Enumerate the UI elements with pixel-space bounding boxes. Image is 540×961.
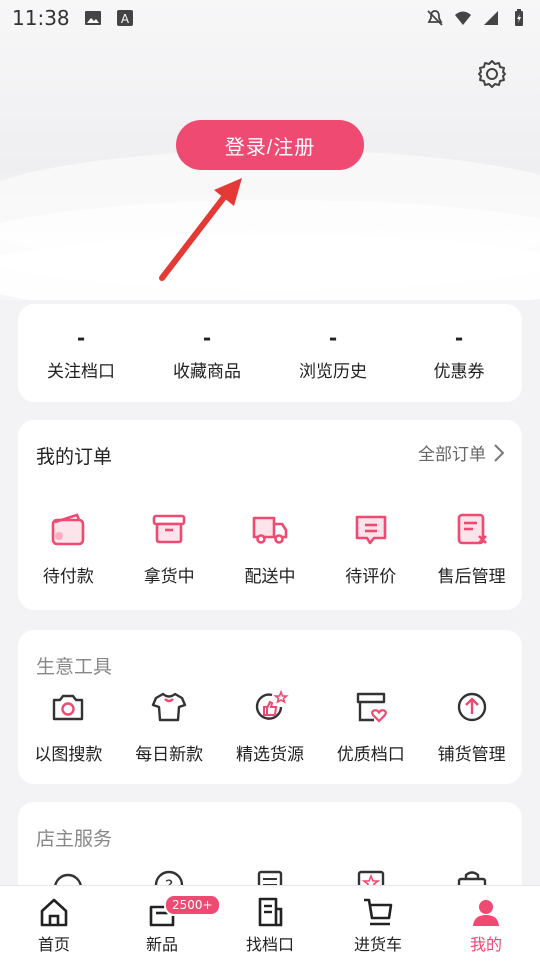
cart-icon bbox=[364, 898, 393, 926]
tab-label: 进货车 bbox=[353, 935, 402, 954]
thumbs-up-icon bbox=[255, 689, 289, 720]
pointer-arrow-annotation bbox=[159, 178, 242, 281]
tool-item-label: 优质档口 bbox=[336, 745, 405, 765]
camera-icon bbox=[53, 694, 84, 721]
all-orders-label: 全部订单 bbox=[418, 445, 486, 465]
new-count-badge: 2500+ bbox=[164, 894, 221, 916]
document-icon bbox=[258, 897, 283, 927]
tool-distribution-management[interactable]: 铺货管理 bbox=[421, 688, 522, 765]
mute-icon bbox=[427, 10, 443, 26]
stat-label: 优惠券 bbox=[433, 361, 485, 382]
all-orders-link[interactable]: 全部订单 bbox=[418, 440, 504, 465]
tab-label: 我的 bbox=[469, 935, 502, 954]
business-tools-card: 生意工具 以图搜款 每日新款 精选货源 优质档口 铺货管理 bbox=[18, 630, 522, 784]
stat-value: - bbox=[76, 325, 86, 350]
order-item-label: 售后管理 bbox=[437, 567, 506, 587]
stat-history[interactable]: - 浏览历史 bbox=[270, 304, 396, 402]
home-icon bbox=[40, 898, 68, 927]
orders-card: 我的订单 全部订单 待付款 拿货中 配送中 待评价 售后管理 bbox=[18, 420, 522, 610]
stat-label: 关注档口 bbox=[47, 361, 115, 382]
tab-find-stall[interactable]: 找档口 bbox=[216, 886, 324, 961]
stat-value: - bbox=[454, 325, 464, 350]
wifi-icon bbox=[455, 11, 471, 25]
stat-value: - bbox=[328, 325, 338, 350]
order-item-label: 配送中 bbox=[244, 567, 296, 587]
order-delivering[interactable]: 配送中 bbox=[220, 510, 321, 587]
order-status-row: 待付款 拿货中 配送中 待评价 售后管理 bbox=[18, 510, 522, 587]
wallet-icon bbox=[52, 513, 85, 546]
order-to-review[interactable]: 待评价 bbox=[320, 510, 421, 587]
tab-home[interactable]: 首页 bbox=[0, 886, 108, 961]
tshirt-icon bbox=[151, 692, 187, 722]
stat-followed-stalls[interactable]: - 关注档口 bbox=[18, 304, 144, 402]
tool-item-label: 每日新款 bbox=[135, 745, 204, 765]
tool-item-label: 铺货管理 bbox=[437, 745, 506, 765]
service-title: 店主服务 bbox=[36, 828, 113, 850]
after-sale-icon bbox=[457, 513, 487, 545]
stat-value: - bbox=[202, 325, 212, 350]
header-wave-decoration bbox=[0, 235, 540, 300]
tool-quality-stalls[interactable]: 优质档口 bbox=[320, 688, 421, 765]
tools-title: 生意工具 bbox=[36, 656, 113, 678]
chevron-right-icon bbox=[494, 443, 504, 462]
order-pending-payment[interactable]: 待付款 bbox=[18, 510, 119, 587]
tool-selected-source[interactable]: 精选货源 bbox=[220, 688, 321, 765]
tab-mine[interactable]: 我的 bbox=[432, 886, 540, 961]
order-item-label: 待付款 bbox=[42, 567, 94, 587]
tab-cart[interactable]: 进货车 bbox=[324, 886, 432, 961]
font-icon: A bbox=[116, 10, 133, 26]
truck-icon bbox=[252, 516, 288, 544]
status-bar: 11:38 A bbox=[0, 0, 540, 36]
status-time: 11:38 bbox=[12, 6, 70, 30]
signal-icon bbox=[484, 11, 498, 25]
user-icon bbox=[473, 900, 499, 926]
settings-gear-icon[interactable] bbox=[476, 58, 508, 90]
tools-row: 以图搜款 每日新款 精选货源 优质档口 铺货管理 bbox=[18, 688, 522, 765]
svg-text:A: A bbox=[121, 12, 130, 26]
order-item-label: 待评价 bbox=[345, 567, 397, 587]
tab-label: 首页 bbox=[37, 935, 70, 954]
box-icon bbox=[152, 514, 186, 544]
tool-item-label: 以图搜款 bbox=[34, 745, 103, 765]
tab-label: 新品 bbox=[145, 935, 178, 954]
bottom-tab-bar: 首页 2500+ 新品 找档口 进货车 我的 bbox=[0, 885, 540, 961]
stat-favorites[interactable]: - 收藏商品 bbox=[144, 304, 270, 402]
tool-daily-new[interactable]: 每日新款 bbox=[119, 688, 220, 765]
tab-new[interactable]: 2500+ 新品 bbox=[108, 886, 221, 961]
shop-heart-icon bbox=[356, 692, 387, 723]
order-item-label: 拿货中 bbox=[143, 567, 195, 587]
tool-item-label: 精选货源 bbox=[235, 745, 304, 765]
orders-title: 我的订单 bbox=[36, 446, 113, 468]
comment-icon bbox=[355, 515, 387, 545]
stat-label: 收藏商品 bbox=[173, 361, 241, 382]
upload-icon bbox=[457, 692, 486, 722]
stats-card: - 关注档口 - 收藏商品 - 浏览历史 - 优惠券 bbox=[18, 304, 522, 402]
order-picking[interactable]: 拿货中 bbox=[119, 510, 220, 587]
tab-label: 找档口 bbox=[245, 935, 294, 954]
order-after-sale[interactable]: 售后管理 bbox=[421, 510, 522, 587]
stat-coupons[interactable]: - 优惠券 bbox=[396, 304, 522, 402]
image-icon bbox=[84, 11, 101, 25]
stat-label: 浏览历史 bbox=[299, 361, 367, 382]
tool-image-search[interactable]: 以图搜款 bbox=[18, 688, 119, 765]
login-register-button[interactable]: 登录/注册 bbox=[176, 120, 364, 170]
battery-icon bbox=[515, 9, 523, 26]
